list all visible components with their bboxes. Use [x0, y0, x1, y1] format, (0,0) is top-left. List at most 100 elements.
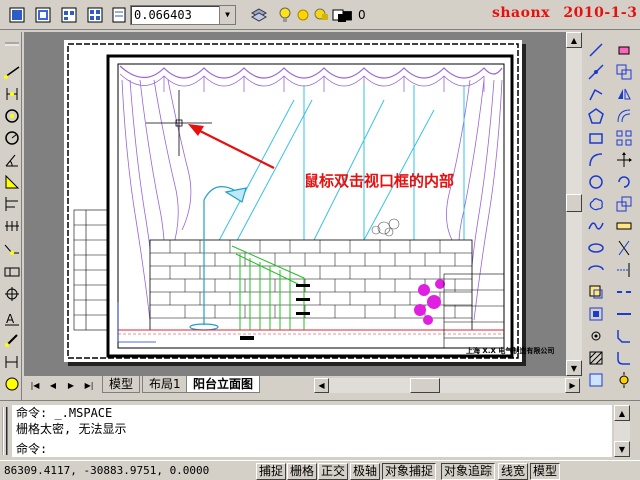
command-history-line: 栅格太密, 无法显示	[16, 422, 127, 436]
status-bar: 86309.4117, -30883.9751, 0.0000 捕捉 栅格 正交…	[0, 460, 640, 480]
model-space-toggle[interactable]: 模型	[530, 463, 561, 480]
break-icon[interactable]	[614, 282, 634, 302]
scroll-down-icon[interactable]: ▼	[566, 360, 582, 376]
dimension-edit-icon[interactable]: A	[2, 308, 22, 328]
point-icon[interactable]	[586, 326, 606, 346]
erase-icon[interactable]	[614, 40, 634, 60]
properties-icon[interactable]	[58, 4, 80, 26]
annotation-label: 鼠标双击视口框的内部	[304, 172, 455, 190]
layer-manager-icon[interactable]	[6, 4, 28, 26]
fillet-icon[interactable]	[614, 348, 634, 368]
dimension-linear-icon[interactable]	[2, 62, 22, 82]
scroll-left-icon[interactable]: ◀	[314, 378, 329, 393]
lineweight-toggle[interactable]: 线宽	[498, 463, 529, 480]
vertical-scroll-thumb[interactable]	[566, 194, 582, 212]
tab-layout1[interactable]: 布局1	[142, 376, 188, 393]
revision-cloud-icon[interactable]	[586, 194, 606, 214]
command-scrollbar[interactable]: ▲ ▼	[614, 405, 630, 457]
tolerance-icon[interactable]	[2, 262, 22, 282]
tab-model[interactable]: 模型	[102, 376, 141, 393]
scale-value: 0.066403	[134, 8, 192, 22]
polar-toggle[interactable]: 极轴	[350, 463, 381, 480]
dimension-arc-icon[interactable]	[2, 106, 22, 126]
cursor-coordinates[interactable]: 86309.4117, -30883.9751, 0.0000	[4, 464, 209, 477]
polygon-icon[interactable]	[586, 106, 606, 126]
arc-icon[interactable]	[586, 150, 606, 170]
paper-sheet: 鼠标双击视口框的内部 上海 X.X 电气制造有限公司	[64, 40, 554, 362]
scroll-up-icon[interactable]: ▲	[566, 32, 582, 48]
command-history-line: 命令: _.MSPACE	[16, 406, 113, 420]
explode-icon[interactable]	[614, 370, 634, 390]
layout-drawing-area[interactable]: 鼠标双击视口框的内部 上海 X.X 电气制造有限公司	[24, 32, 566, 376]
circle-icon[interactable]	[586, 172, 606, 192]
tool-palette-icon[interactable]	[108, 4, 130, 26]
current-layer[interactable]: 0	[358, 8, 366, 22]
hatch-icon[interactable]	[586, 348, 606, 368]
drawing-vertical-scrollbar[interactable]: ▲ ▼	[566, 32, 582, 376]
ellipse-icon[interactable]	[586, 238, 606, 258]
copy-icon[interactable]	[614, 62, 634, 82]
dimension-angular-icon[interactable]	[2, 150, 22, 170]
left-modify-toolbar: A	[0, 32, 22, 400]
make-block-icon[interactable]	[586, 304, 606, 324]
move-icon[interactable]	[614, 150, 634, 170]
dimension-update-icon[interactable]	[2, 352, 22, 372]
construction-line-icon[interactable]	[586, 62, 606, 82]
polyline-icon[interactable]	[586, 84, 606, 104]
last-tab-icon[interactable]: ▶|	[82, 378, 96, 392]
offset-icon[interactable]	[614, 106, 634, 126]
command-input[interactable]: 命令:	[12, 441, 612, 457]
cmd-scroll-down-icon[interactable]: ▼	[614, 441, 630, 457]
insert-block-icon[interactable]	[586, 282, 606, 302]
tab-balcony-elevation[interactable]: 阳台立面图	[186, 376, 261, 393]
command-history: 命令: _.MSPACE 栅格太密, 无法显示	[12, 405, 612, 441]
command-prompt: 命令:	[16, 442, 48, 456]
modify-toolbar	[612, 32, 640, 400]
array-icon[interactable]	[614, 128, 634, 148]
stretch-icon[interactable]	[614, 216, 634, 236]
rectangle-icon[interactable]	[586, 128, 606, 148]
next-tab-icon[interactable]: ▶	[64, 378, 78, 392]
drawing-horizontal-scrollbar[interactable]: ◀ ▶	[314, 378, 580, 393]
dimension-quick-icon[interactable]	[2, 172, 22, 192]
spline-icon[interactable]	[586, 216, 606, 236]
prev-tab-icon[interactable]: ◀	[46, 378, 60, 392]
draw-toolbar	[584, 32, 610, 400]
dimension-aligned-icon[interactable]	[2, 84, 22, 104]
rotate-icon[interactable]	[614, 172, 634, 192]
viewport-drawing[interactable]	[64, 40, 522, 362]
dimension-text-edit-icon[interactable]	[2, 330, 22, 350]
scale-icon[interactable]	[614, 194, 634, 214]
ellipse-arc-icon[interactable]	[586, 260, 606, 280]
design-center-icon[interactable]	[84, 4, 106, 26]
chevron-down-icon[interactable]: ▼	[219, 6, 235, 24]
object-tracking-toggle[interactable]: 对象追踪	[441, 463, 496, 480]
mirror-icon[interactable]	[614, 84, 634, 104]
grid-toggle[interactable]: 栅格	[287, 463, 318, 480]
layer-state-icon[interactable]	[248, 4, 270, 26]
dimension-style-icon[interactable]	[2, 374, 22, 394]
cmd-scroll-up-icon[interactable]: ▲	[614, 405, 630, 421]
dimension-continue-icon[interactable]	[2, 216, 22, 236]
trim-icon[interactable]	[614, 238, 634, 258]
dimension-radius-icon[interactable]	[2, 128, 22, 148]
join-icon[interactable]	[614, 304, 634, 324]
center-mark-icon[interactable]	[2, 284, 22, 304]
grip-icon	[2, 40, 22, 60]
leader-icon[interactable]	[2, 240, 22, 260]
svg-text:A: A	[6, 312, 15, 326]
snap-toggle[interactable]: 捕捉	[256, 463, 287, 480]
scroll-right-icon[interactable]: ▶	[565, 378, 580, 393]
object-snap-toggle[interactable]: 对象捕捉	[382, 463, 437, 480]
command-grip[interactable]	[2, 407, 8, 455]
region-icon[interactable]	[586, 370, 606, 390]
scale-combobox[interactable]: 0.066403 ▼	[130, 5, 236, 25]
first-tab-icon[interactable]: |◀	[28, 378, 42, 392]
layers-window-icon[interactable]	[32, 4, 54, 26]
line-icon[interactable]	[586, 40, 606, 60]
ortho-toggle[interactable]: 正交	[318, 463, 349, 480]
extend-icon[interactable]	[614, 260, 634, 280]
horizontal-scroll-thumb[interactable]	[410, 378, 440, 393]
dimension-baseline-icon[interactable]	[2, 194, 22, 214]
chamfer-icon[interactable]	[614, 326, 634, 346]
